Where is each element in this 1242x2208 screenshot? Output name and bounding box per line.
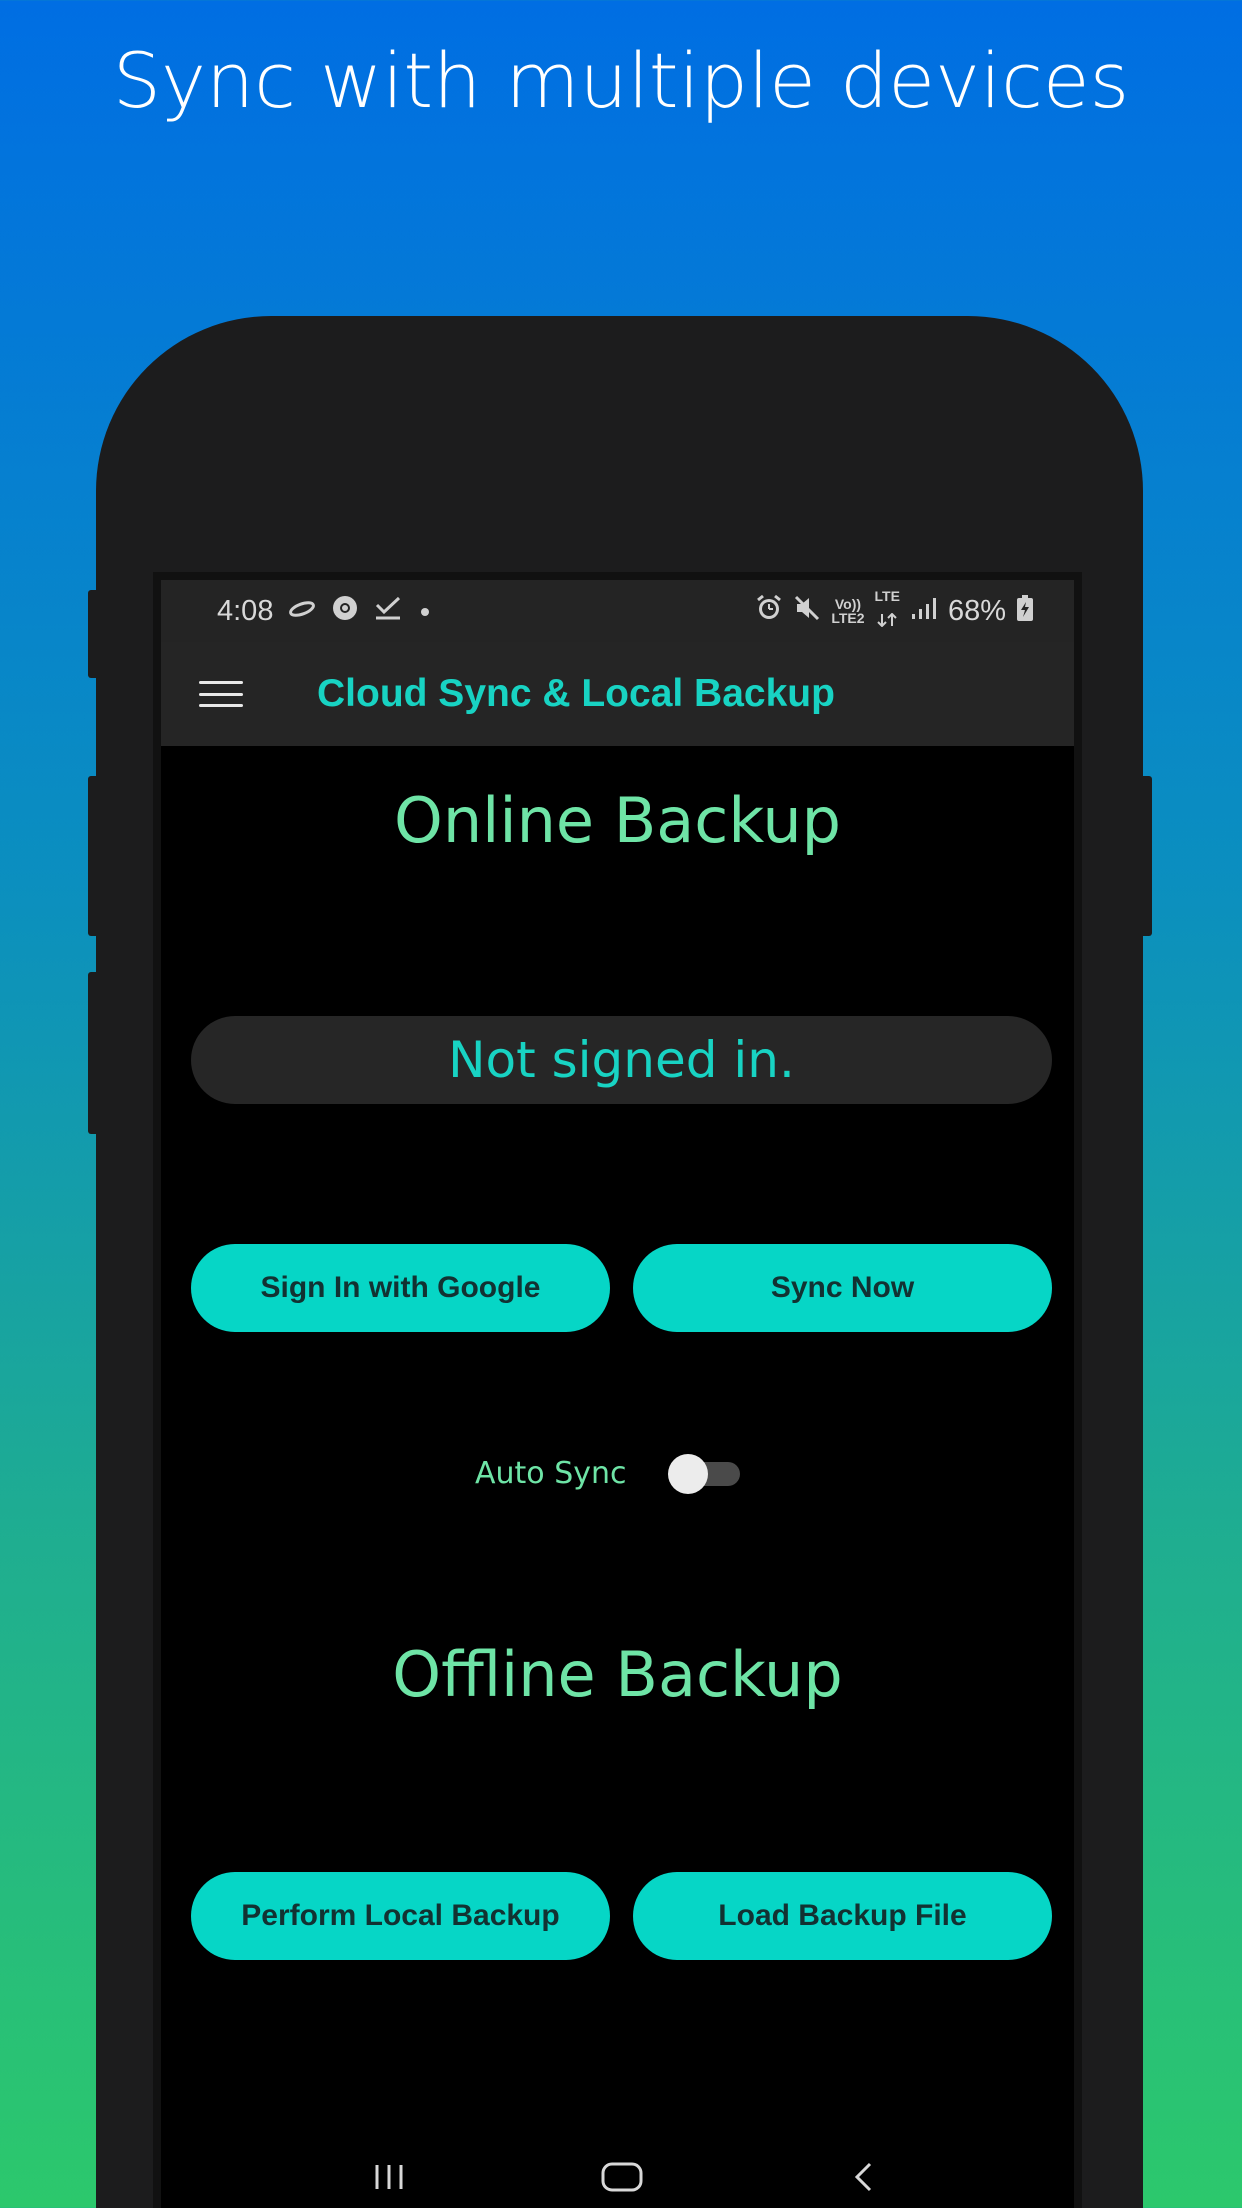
load-backup-file-button[interactable]: Load Backup File — [633, 1872, 1052, 1960]
home-icon[interactable] — [592, 2152, 652, 2202]
chrome-icon — [331, 594, 359, 629]
perform-local-backup-button[interactable]: Perform Local Backup — [191, 1872, 610, 1960]
status-bar: 4:08 Vo)) LTE2 LTE 68% — [161, 580, 1074, 642]
phone-side-button-left-2 — [88, 776, 102, 936]
volte-icon: Vo)) LTE2 — [831, 597, 864, 625]
mute-icon — [793, 594, 821, 629]
auto-sync-row: Auto Sync — [161, 1450, 1074, 1500]
app-bar: Cloud Sync & Local Backup — [161, 642, 1074, 746]
auto-sync-label: Auto Sync — [475, 1456, 627, 1491]
lte-label: LTE — [874, 587, 900, 604]
phone-side-button-right — [1138, 776, 1152, 936]
navigation-bar — [161, 2140, 1074, 2208]
notification-icon — [287, 596, 317, 627]
alarm-icon — [755, 594, 783, 629]
auto-sync-toggle[interactable] — [668, 1454, 742, 1494]
volte-top-label: Vo)) — [834, 596, 862, 612]
lte-data-icon: LTE — [875, 589, 900, 634]
signal-icon — [910, 596, 938, 627]
offline-backup-heading: Offline Backup — [392, 1638, 843, 1711]
toggle-knob — [668, 1454, 708, 1494]
phone-side-button-left-3 — [88, 972, 102, 1134]
sync-now-button[interactable]: Sync Now — [633, 1244, 1052, 1332]
recent-apps-icon[interactable] — [359, 2152, 419, 2202]
back-icon[interactable] — [833, 2152, 893, 2202]
hamburger-menu-icon[interactable] — [199, 681, 243, 707]
online-backup-heading: Online Backup — [394, 784, 841, 857]
battery-percent: 68% — [947, 594, 1006, 627]
app-title: Cloud Sync & Local Backup — [317, 672, 835, 715]
battery-charging-icon — [1016, 594, 1034, 629]
sign-in-google-button[interactable]: Sign In with Google — [191, 1244, 610, 1332]
sign-in-status: Not signed in. — [191, 1016, 1052, 1104]
status-time: 4:08 — [217, 594, 274, 627]
download-done-icon — [373, 595, 403, 628]
dot-icon — [417, 596, 433, 627]
phone-screen: 4:08 Vo)) LTE2 LTE 68% Cloud Sync & Loca… — [153, 572, 1082, 2208]
volte-bottom-label: LTE2 — [831, 610, 865, 626]
phone-side-button-left-1 — [88, 590, 102, 678]
promo-title: Sync with multiple devices — [112, 36, 1130, 125]
